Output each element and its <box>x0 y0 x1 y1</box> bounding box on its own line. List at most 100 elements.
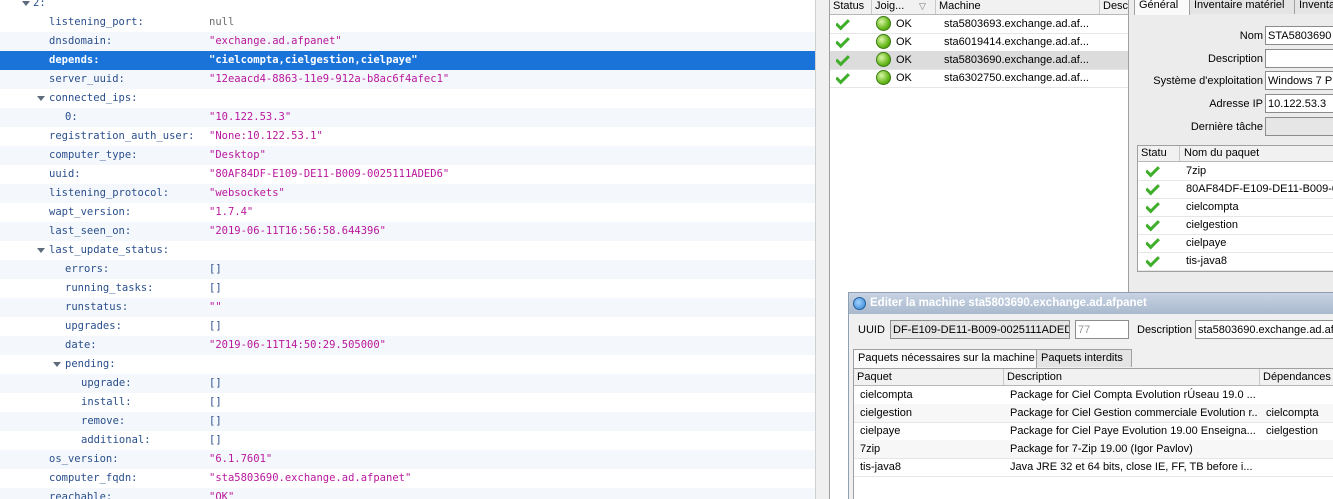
collapse-triangle-icon[interactable] <box>37 248 45 253</box>
field-value-2[interactable]: Windows 7 Pr <box>1265 71 1333 90</box>
joignable-label: OK <box>896 54 912 66</box>
json-key: reachable: <box>49 491 113 499</box>
json-row[interactable]: listening_protocol: "websockets" <box>0 184 815 203</box>
json-row[interactable]: upgrade: [] <box>0 374 815 393</box>
json-row[interactable]: 0: "10.122.53.3" <box>0 108 815 127</box>
json-key: server_uuid: <box>49 73 125 85</box>
json-row[interactable]: server_uuid: "12eaacd4-8863-11e9-912a-b8a… <box>0 70 815 89</box>
host-row[interactable]: OK sta5803693.exchange.ad.af... <box>830 15 1128 34</box>
machine-cell: sta5803693.exchange.ad.af... <box>944 18 1089 30</box>
json-root-row[interactable]: 2: <box>0 0 815 13</box>
json-value: [] <box>209 263 222 275</box>
joignable-cell: OK <box>876 51 934 69</box>
json-row[interactable]: upgrades: [] <box>0 317 815 336</box>
tab-inventaire-materiel[interactable]: Inventaire matériel <box>1189 0 1295 14</box>
json-key: registration_auth_user: <box>49 130 195 142</box>
pkg-status-cell <box>1146 162 1176 180</box>
dialog-package-row[interactable]: tis-java8 Java JRE 32 et 64 bits, close I… <box>854 458 1333 477</box>
collapse-triangle-icon[interactable] <box>53 362 61 367</box>
json-row[interactable]: reachable: "OK" <box>0 488 815 499</box>
host-row[interactable]: OK sta5803690.exchange.ad.af... <box>830 51 1128 70</box>
json-row[interactable]: additional: [] <box>0 431 815 450</box>
json-row[interactable]: dnsdomain: "exchange.ad.afpanet" <box>0 32 815 51</box>
tab-paquets-necessaires[interactable]: Paquets nécessaires sur la machine <box>853 349 1037 368</box>
json-row[interactable]: depends: "cielcompta,cielgestion,cielpaye… <box>0 51 815 70</box>
field-label: Description <box>1207 53 1263 65</box>
json-key: running_tasks: <box>65 282 154 294</box>
json-row[interactable]: registration_auth_user: "None:10.122.53.1… <box>0 127 815 146</box>
col-header-pkg-status[interactable]: Statu <box>1138 146 1180 161</box>
json-key: connected_ips: <box>49 92 138 104</box>
paquet-cell: tis-java8 <box>860 461 901 473</box>
json-row[interactable]: last_update_status: <box>0 241 815 260</box>
package-row[interactable]: tis-java8 <box>1138 252 1333 271</box>
json-row[interactable]: remove: [] <box>0 412 815 431</box>
json-value: "10.122.53.3" <box>209 111 292 123</box>
json-key: errors: <box>65 263 110 275</box>
collapse-triangle-icon[interactable] <box>37 96 45 101</box>
dialog-package-row[interactable]: cielcompta Package for Ciel Compta Evolut… <box>854 386 1333 405</box>
description-input[interactable]: sta5803690.exchange.ad.af <box>1195 320 1333 339</box>
json-row[interactable]: computer_type: "Desktop" <box>0 146 815 165</box>
col-header-pkg-name[interactable]: Nom du paquet <box>1181 146 1333 161</box>
json-tree-view[interactable]: 2: listening_port: null dnsdomain: "exchang… <box>0 0 815 499</box>
json-row[interactable]: pending: <box>0 355 815 374</box>
col-header-dependances[interactable]: Dépendances <box>1260 369 1333 385</box>
edit-machine-dialog[interactable]: Editer la machine sta5803690.exchange.ad… <box>848 292 1333 499</box>
json-row[interactable]: errors: [] <box>0 260 815 279</box>
package-row[interactable]: cielgestion <box>1138 216 1333 235</box>
col-header-paquet[interactable]: Paquet <box>854 369 1004 385</box>
field-value-4[interactable] <box>1265 117 1333 136</box>
field-value-3[interactable]: 10.122.53.3 <box>1265 94 1333 113</box>
status-ok-check-icon <box>1146 198 1160 214</box>
json-value: "Desktop" <box>209 149 266 161</box>
pkg-name-cell: cielcompta <box>1186 201 1239 213</box>
host-row[interactable]: OK sta6302750.exchange.ad.af... <box>830 69 1128 88</box>
tab-general[interactable]: Général <box>1134 0 1190 15</box>
pane-splitter[interactable] <box>815 0 830 499</box>
field-value-1[interactable] <box>1265 49 1333 68</box>
col-header-description[interactable]: Desc <box>1100 0 1128 14</box>
host-row[interactable]: OK sta6019414.exchange.ad.af... <box>830 33 1128 52</box>
status-ok-check-icon <box>836 33 850 49</box>
dialog-package-row[interactable]: 7zip Package for 7-Zip 19.00 (Igor Pavlov… <box>854 440 1333 459</box>
package-row[interactable]: 7zip <box>1138 162 1333 181</box>
col-header-description[interactable]: Description <box>1004 369 1260 385</box>
tab-paquets-interdits[interactable]: Paquets interdits <box>1036 349 1132 367</box>
package-row[interactable]: 80AF84DF-E109-DE11-B009-00 <box>1138 180 1333 199</box>
col-header-machine[interactable]: Machine <box>936 0 1100 14</box>
uuid-field[interactable]: DF-E109-DE11-B009-0025111ADED6 <box>890 320 1070 339</box>
json-row[interactable]: install: [] <box>0 393 815 412</box>
json-row[interactable]: connected_ips: <box>0 89 815 108</box>
tab-inventaire-logiciel[interactable]: Inventai <box>1294 0 1333 14</box>
paquet-cell: cielpaye <box>860 425 901 437</box>
dialog-package-row[interactable]: cielgestion Package for Ciel Gestion comm… <box>854 404 1333 423</box>
revision-field[interactable]: 77 <box>1075 320 1129 339</box>
json-value: "80AF84DF-E109-DE11-B009-0025111ADED6" <box>209 168 450 180</box>
field-value-0[interactable]: STA5803690 <box>1265 26 1333 45</box>
status-ok-check-icon <box>1146 234 1160 250</box>
dialog-package-row[interactable]: cielpaye Package for Ciel Paye Evolution … <box>854 422 1333 441</box>
json-row[interactable]: last_seen_on: "2019-06-11T16:56:58.644396… <box>0 222 815 241</box>
json-row[interactable]: os_version: "6.1.7601" <box>0 450 815 469</box>
json-value: "OK" <box>209 491 235 499</box>
json-key: dnsdomain: <box>49 35 113 47</box>
json-row[interactable]: listening_port: null <box>0 13 815 32</box>
col-header-status[interactable]: Status <box>830 0 872 14</box>
json-row[interactable]: date: "2019-06-11T14:50:29.505000" <box>0 336 815 355</box>
packages-grid[interactable]: Statu Nom du paquet 7zip 80AF84DF-E109-DE… <box>1137 145 1333 272</box>
description-cell: Package for Ciel Paye Evolution 19.00 En… <box>1010 425 1256 437</box>
package-row[interactable]: cielpaye <box>1138 234 1333 253</box>
json-key: uuid: <box>49 168 81 180</box>
details-tabs: Général Inventaire matériel Inventai <box>1134 0 1333 15</box>
required-packages-grid[interactable]: Paquet Description Dépendances cielcompt… <box>853 368 1333 499</box>
json-row[interactable]: wapt_version: "1.7.4" <box>0 203 815 222</box>
expand-triangle-icon[interactable] <box>22 1 30 6</box>
json-row[interactable]: computer_fqdn: "sta5803690.exchange.ad.af… <box>0 469 815 488</box>
json-row[interactable]: running_tasks: [] <box>0 279 815 298</box>
dialog-titlebar[interactable]: Editer la machine sta5803690.exchange.ad… <box>849 293 1333 314</box>
col-header-joignable[interactable]: Joig... ▽ <box>872 0 936 14</box>
json-row[interactable]: runstatus: "" <box>0 298 815 317</box>
json-row[interactable]: uuid: "80AF84DF-E109-DE11-B009-0025111ADE… <box>0 165 815 184</box>
package-row[interactable]: cielcompta <box>1138 198 1333 217</box>
